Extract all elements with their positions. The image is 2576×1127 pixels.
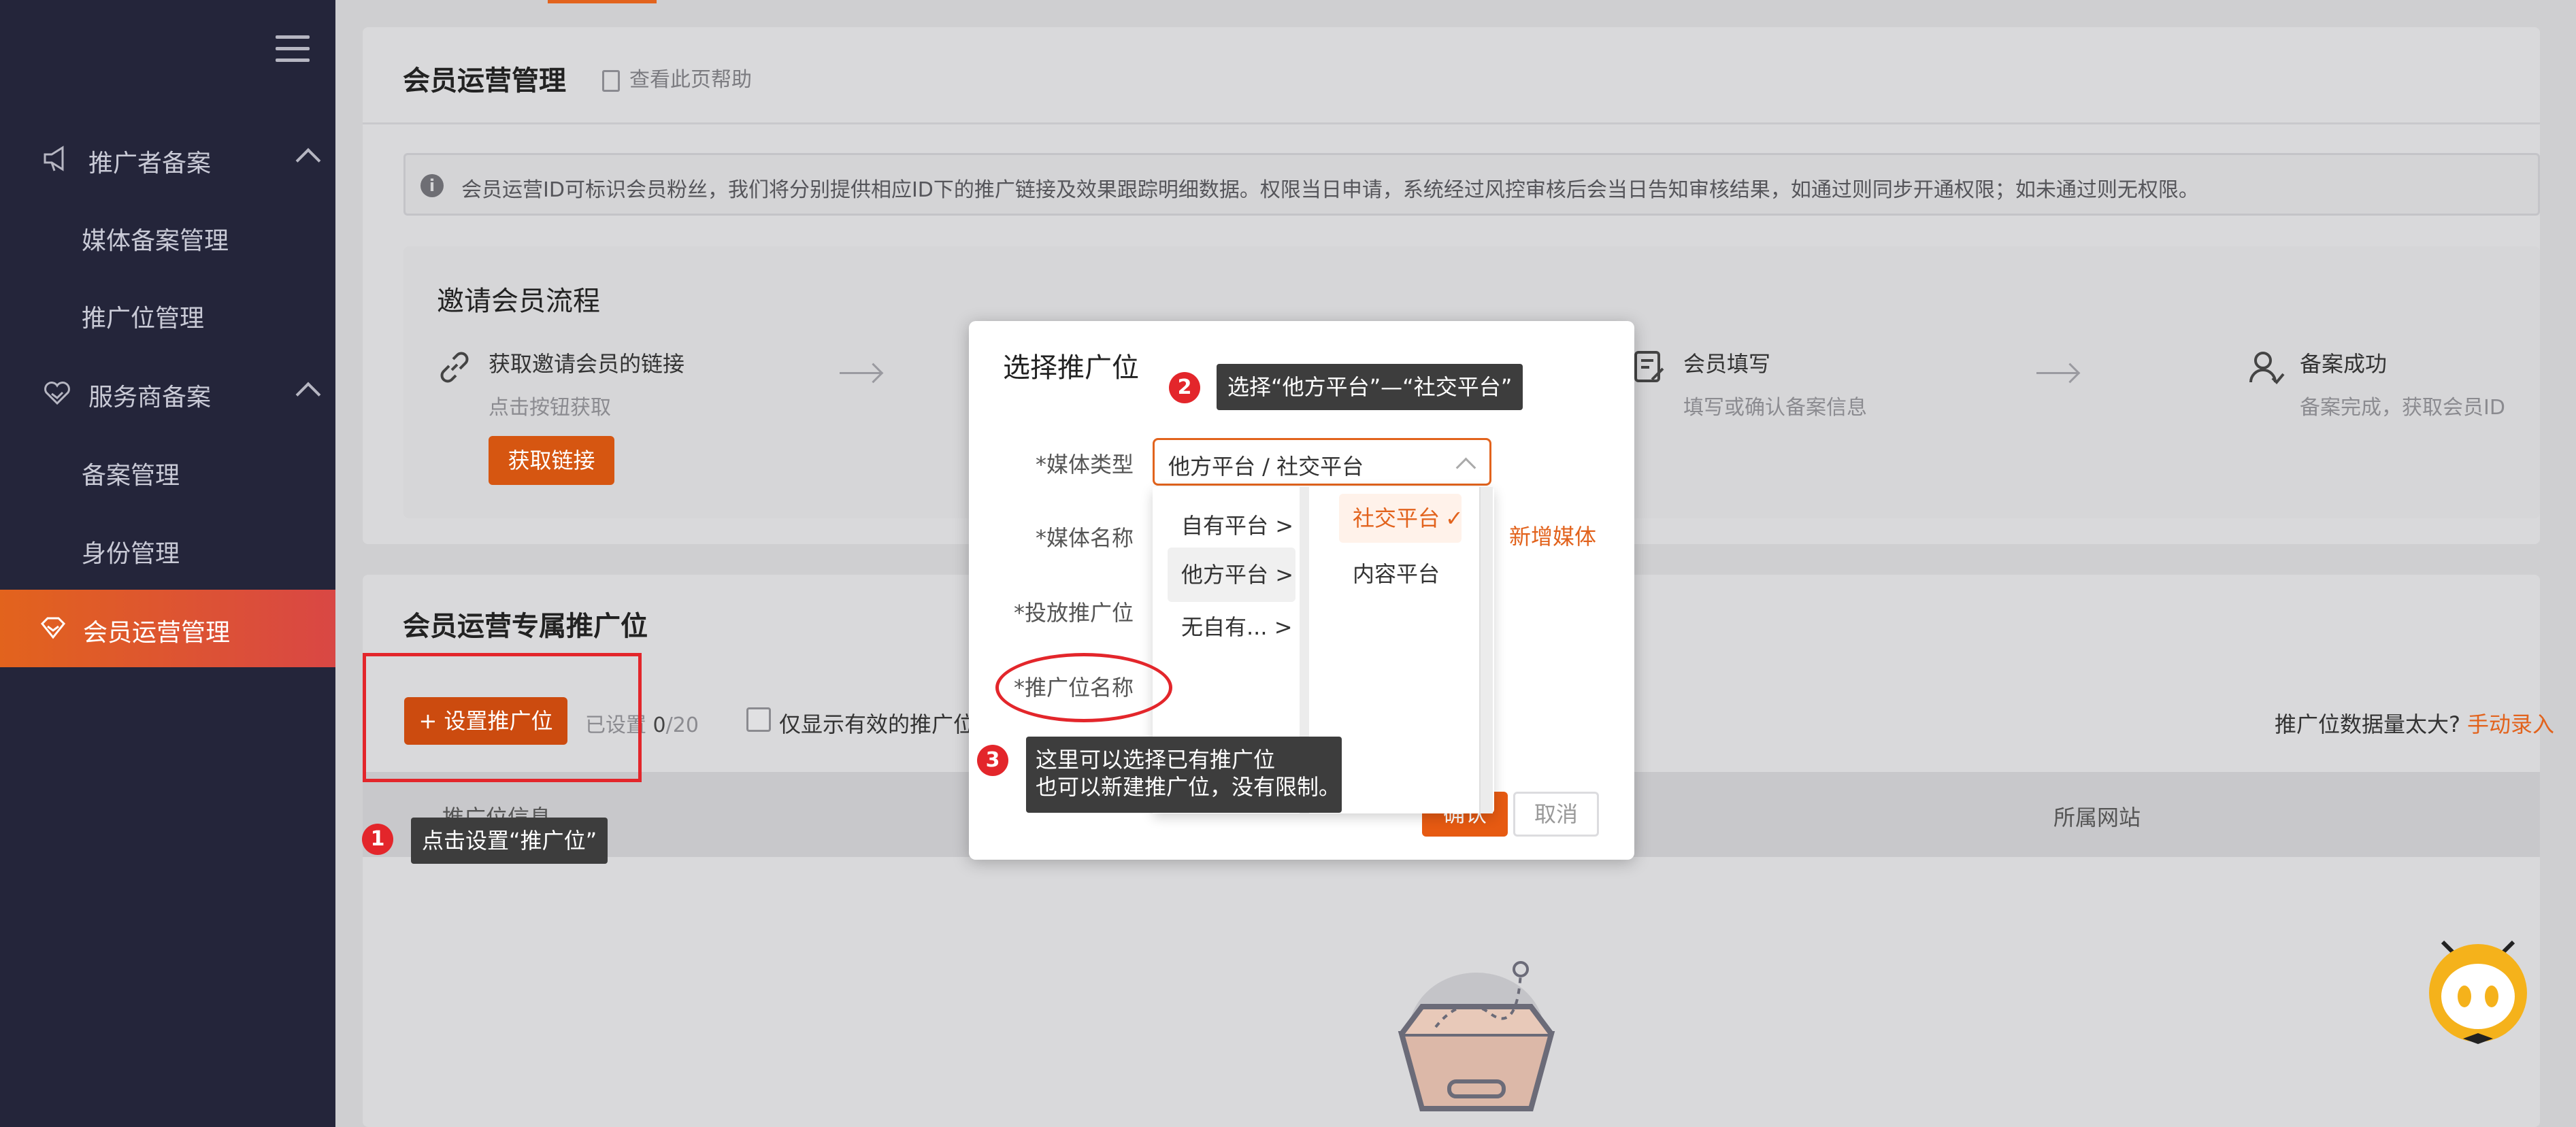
get-link-button[interactable]: 获取链接 bbox=[489, 436, 614, 485]
step-desc: 填写或确认备案信息 bbox=[1683, 396, 1867, 420]
sidebar-item-media-filing[interactable]: 媒体备案管理 bbox=[0, 202, 335, 270]
chevron-up-icon bbox=[295, 148, 321, 173]
info-icon: i bbox=[420, 174, 444, 197]
sidebar-item-label: 备案管理 bbox=[82, 462, 180, 490]
annotation-tooltip: 这里可以选择已有推广位 也可以新建推广位，没有限制。 bbox=[1026, 737, 1342, 813]
megaphone-icon bbox=[44, 146, 64, 171]
cascader-option-other-platform[interactable]: 他方平台 > bbox=[1168, 548, 1295, 602]
modal-title: 选择推广位 bbox=[1003, 352, 1139, 384]
sidebar-item-label: 推广位管理 bbox=[82, 305, 205, 333]
check-icon: ✓ bbox=[1445, 505, 1464, 531]
chevron-up-icon bbox=[295, 382, 321, 407]
cascader-option-own-platform[interactable]: 自有平台 > bbox=[1173, 505, 1295, 546]
empty-box-illustration bbox=[1398, 961, 1555, 1111]
step-title: 会员填写 bbox=[1683, 351, 1771, 377]
active-tab-indicator bbox=[548, 0, 657, 3]
cancel-button[interactable]: 取消 bbox=[1513, 792, 1599, 837]
option-label: 自有平台 bbox=[1181, 513, 1269, 539]
manual-entry-link[interactable]: 手动录入 bbox=[2467, 711, 2554, 737]
valid-only-label: 仅显示有效的推广位 bbox=[779, 711, 976, 737]
option-label: 无自有... bbox=[1181, 614, 1268, 640]
big-data-text: 推广位数据量太大? bbox=[2275, 711, 2460, 737]
book-icon bbox=[602, 69, 620, 92]
sidebar-group-label: 服务商备案 bbox=[88, 384, 212, 411]
sidebar-item-label: 身份管理 bbox=[82, 540, 180, 568]
heart-hand-icon bbox=[44, 382, 70, 405]
hamburger-menu-icon[interactable] bbox=[276, 35, 310, 63]
cascader-option-content[interactable]: 内容平台 bbox=[1339, 550, 1462, 599]
sidebar-group-label: 推广者备案 bbox=[88, 150, 212, 178]
adzone-count-value: 0 bbox=[653, 713, 666, 737]
annotation-highlight-rect bbox=[363, 653, 642, 782]
adzone-count-max: /20 bbox=[665, 713, 699, 737]
sidebar-group-promoter[interactable]: 推广者备案 bbox=[0, 124, 335, 192]
annotation-tooltip: 选择“他方平台”—“社交平台” bbox=[1217, 364, 1523, 410]
cascader-option-social[interactable]: 社交平台 ✓ bbox=[1339, 494, 1464, 543]
step-title: 备案成功 bbox=[2300, 351, 2388, 377]
option-label: 内容平台 bbox=[1353, 561, 1440, 587]
label-media-type: *媒体类型 bbox=[1035, 452, 1134, 477]
big-data-hint: 推广位数据量太大? 手动录入 bbox=[2275, 707, 2554, 739]
flow-title: 邀请会员流程 bbox=[437, 286, 600, 317]
tooltip-line: 也可以新建推广位，没有限制。 bbox=[1036, 774, 1341, 800]
diamond-icon bbox=[40, 617, 66, 639]
option-label: 他方平台 bbox=[1181, 562, 1269, 588]
step-desc: 备案完成，获取会员ID bbox=[2300, 396, 2505, 420]
help-link[interactable]: 查看此页帮助 bbox=[602, 63, 752, 92]
tooltip-line: 这里可以选择已有推广位 bbox=[1036, 747, 1276, 773]
annotation-tooltip: 点击设置“推广位” bbox=[411, 818, 608, 864]
sidebar-item-filing[interactable]: 备案管理 bbox=[0, 437, 335, 505]
sidebar-item-label: 会员运营管理 bbox=[83, 619, 231, 647]
arrow-right-icon bbox=[2036, 372, 2077, 374]
chevron-up-icon bbox=[1455, 457, 1476, 478]
page-title: 会员运营管理 bbox=[403, 65, 566, 97]
scrollbar[interactable] bbox=[1479, 487, 1493, 813]
arrow-right-icon bbox=[840, 372, 880, 374]
sidebar: 推广者备案 媒体备案管理 推广位管理 服务商备案 备案管理 身份管理 会员运营管… bbox=[0, 0, 335, 1127]
divider bbox=[363, 122, 2540, 124]
notice-text: 会员运营ID可标识会员粉丝，我们将分别提供相应ID下的推广链接及效果跟踪明细数据… bbox=[461, 178, 2199, 202]
notice-banner: i 会员运营ID可标识会员粉丝，我们将分别提供相应ID下的推广链接及效果跟踪明细… bbox=[403, 153, 2540, 216]
valid-only-checkbox[interactable] bbox=[746, 707, 771, 732]
help-label: 查看此页帮助 bbox=[629, 68, 752, 92]
sidebar-item-identity[interactable]: 身份管理 bbox=[0, 515, 335, 583]
annotation-badge: 3 bbox=[977, 745, 1008, 776]
label-media-name: *媒体名称 bbox=[1035, 525, 1134, 551]
sidebar-item-adzone[interactable]: 推广位管理 bbox=[0, 280, 335, 348]
option-label: 社交平台 bbox=[1353, 505, 1440, 531]
annotation-badge: 2 bbox=[1169, 372, 1200, 403]
step-desc: 点击按钮获取 bbox=[489, 396, 611, 420]
sidebar-item-member-ops[interactable]: 会员运营管理 bbox=[0, 590, 335, 667]
sidebar-group-provider[interactable]: 服务商备案 bbox=[0, 358, 335, 426]
media-type-value: 他方平台 / 社交平台 bbox=[1168, 454, 1364, 480]
label-adzone: *投放推广位 bbox=[1013, 600, 1134, 626]
link-icon bbox=[440, 352, 469, 383]
column-header-site: 所属网站 bbox=[2053, 805, 2141, 830]
section-title: 会员运营专属推广位 bbox=[403, 611, 648, 642]
annotation-badge: 1 bbox=[362, 824, 393, 855]
add-media-link[interactable]: 新增媒体 bbox=[1509, 520, 1596, 551]
step-title: 获取邀请会员的链接 bbox=[489, 351, 685, 377]
form-edit-icon bbox=[1634, 351, 1664, 382]
user-check-icon bbox=[2249, 352, 2285, 384]
media-type-select[interactable]: 他方平台 / 社交平台 bbox=[1153, 438, 1491, 486]
assistant-mascot-icon[interactable] bbox=[2422, 928, 2534, 1047]
sidebar-item-label: 媒体备案管理 bbox=[82, 227, 229, 255]
annotation-highlight-ellipse bbox=[995, 653, 1172, 722]
cascader-option-no-own[interactable]: 无自有... > bbox=[1173, 607, 1295, 647]
